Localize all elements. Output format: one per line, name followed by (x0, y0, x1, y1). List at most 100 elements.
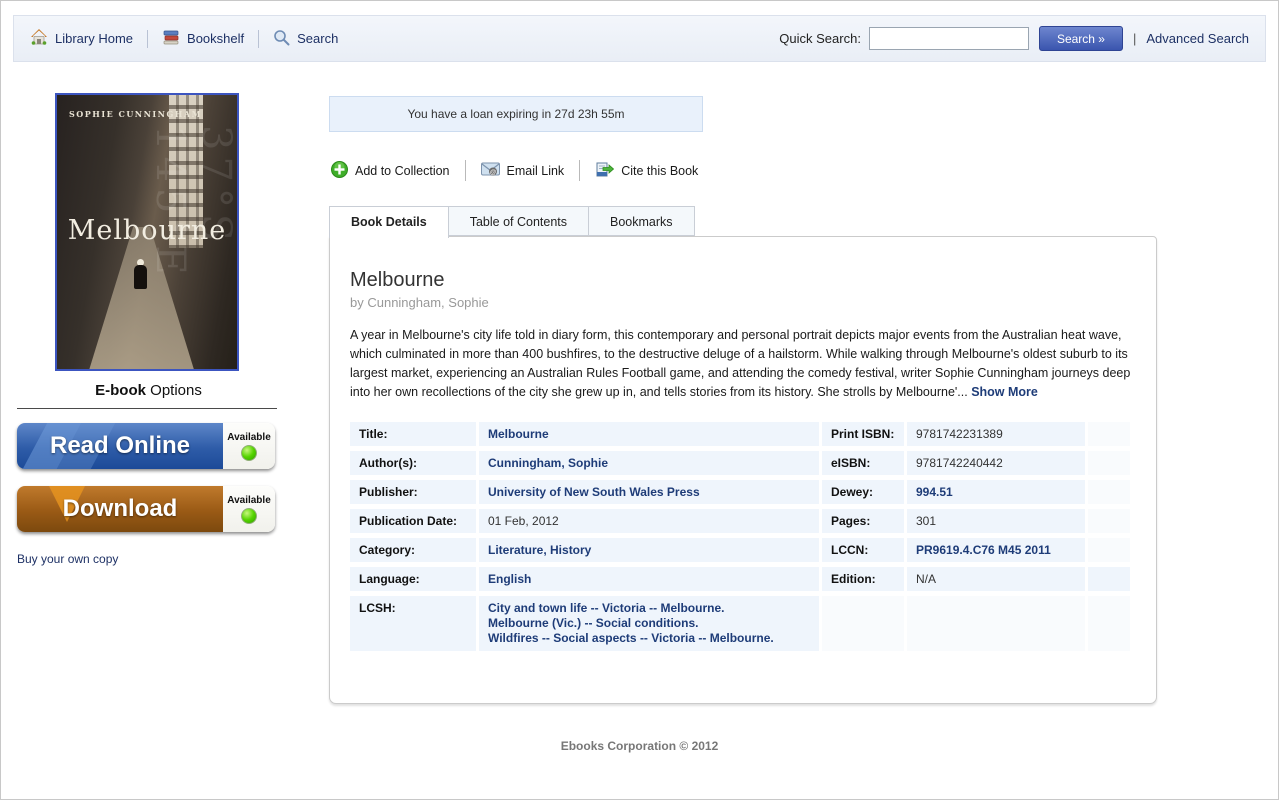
spacer-cell (1088, 480, 1130, 504)
tab-table-of-contents[interactable]: Table of Contents (449, 206, 589, 236)
cover-figure-art (134, 259, 147, 293)
field-value-language: English (479, 567, 819, 591)
tab-book-details[interactable]: Book Details (329, 206, 449, 238)
field-label-lcsh: LCSH: (350, 596, 476, 651)
book-details-panel: Melbourne by Cunningham, Sophie A year i… (329, 236, 1157, 704)
footer-copyright: Ebooks Corporation © 2012 (1, 739, 1278, 753)
ebook-options-heading-rest: Options (146, 382, 202, 399)
print-isbn-value: 9781742231389 (916, 427, 1003, 441)
email-envelope-icon: @ (481, 162, 500, 180)
table-row: Publisher: University of New South Wales… (350, 480, 1130, 504)
field-label-authors: Author(s): (350, 451, 476, 475)
field-value-publisher: University of New South Wales Press (479, 480, 819, 504)
tab-bookmarks[interactable]: Bookmarks (589, 206, 695, 236)
book-title: Melbourne (350, 269, 1136, 292)
svg-text:@: @ (489, 169, 496, 176)
email-link[interactable]: @ Email Link (481, 162, 565, 180)
add-to-collection-label: Add to Collection (355, 164, 450, 178)
edition-value: N/A (916, 572, 936, 586)
book-byline: by Cunningham, Sophie (350, 295, 1136, 310)
cite-this-book-label: Cite this Book (621, 164, 698, 178)
lcsh-subject-link[interactable]: Melbourne (Vic.) -- Social conditions. (488, 616, 810, 631)
field-value-category: Literature, History (479, 538, 819, 562)
add-plus-icon (331, 161, 348, 181)
quick-search-area: Quick Search: Search » | Advanced Search (779, 26, 1249, 51)
quick-search-label: Quick Search: (779, 31, 861, 46)
cite-icon (595, 161, 614, 181)
buy-your-own-copy-link[interactable]: Buy your own copy (17, 552, 118, 566)
spacer-cell (1088, 422, 1130, 446)
dewey-link[interactable]: 994.51 (916, 485, 953, 499)
author-link[interactable]: Cunningham, Sophie (488, 456, 608, 470)
download-button[interactable]: Download Available (17, 486, 275, 532)
advanced-search-divider: | (1133, 31, 1136, 46)
table-row: Language: English Edition: N/A (350, 567, 1130, 591)
quick-search-input[interactable] (869, 27, 1029, 50)
read-online-label: Read Online (50, 432, 190, 460)
ebook-options-heading-bold: E-book (95, 382, 146, 399)
table-row: Title: Melbourne Print ISBN: 97817422313… (350, 422, 1130, 446)
action-divider (465, 160, 466, 181)
field-label-publication-date: Publication Date: (350, 509, 476, 533)
field-label-category: Category: (350, 538, 476, 562)
spacer-cell (1088, 509, 1130, 533)
cite-this-book-link[interactable]: Cite this Book (595, 161, 698, 181)
action-divider (579, 160, 580, 181)
read-online-button[interactable]: Read Online Available (17, 423, 275, 469)
lcsh-subject-link[interactable]: Wildfires -- Social aspects -- Victoria … (488, 631, 810, 646)
table-row: Author(s): Cunningham, Sophie eISBN: 978… (350, 451, 1130, 475)
field-label-edition: Edition: (822, 567, 904, 591)
home-icon (30, 29, 48, 48)
nav-search[interactable]: Search (273, 29, 338, 49)
available-green-dot-icon (241, 445, 257, 461)
field-value-eisbn: 9781742240442 (907, 451, 1085, 475)
field-label-title: Title: (350, 422, 476, 446)
search-icon (273, 29, 290, 49)
nav-bookshelf[interactable]: Bookshelf (162, 29, 244, 48)
download-button-body: Download (17, 486, 223, 532)
nav-library-home-label: Library Home (55, 31, 133, 46)
spacer-cell (1088, 451, 1130, 475)
field-label-pages: Pages: (822, 509, 904, 533)
table-row: Publication Date: 01 Feb, 2012 Pages: 30… (350, 509, 1130, 533)
advanced-search-link[interactable]: Advanced Search (1146, 31, 1249, 46)
show-more-link[interactable]: Show More (971, 385, 1038, 399)
search-button[interactable]: Search » (1039, 26, 1123, 51)
email-link-label: Email Link (507, 164, 565, 178)
nav-bookshelf-label: Bookshelf (187, 31, 244, 46)
pages-value: 301 (916, 514, 936, 528)
sidebar-divider (17, 408, 277, 409)
field-value-authors: Cunningham, Sophie (479, 451, 819, 475)
spacer-cell (1088, 538, 1130, 562)
read-online-availability: Available (223, 423, 275, 469)
available-label: Available (227, 432, 271, 443)
field-value-print-isbn: 9781742231389 (907, 422, 1085, 446)
cover-title-text: Melbourne (57, 215, 237, 246)
empty-cell (822, 596, 904, 651)
nav-divider (147, 30, 148, 48)
title-link[interactable]: Melbourne (488, 427, 549, 441)
download-label: Download (63, 495, 178, 523)
ebook-options-heading: E-book Options (1, 382, 296, 399)
available-label: Available (227, 495, 271, 506)
publisher-link[interactable]: University of New South Wales Press (488, 485, 700, 499)
lcsh-subject-link[interactable]: City and town life -- Victoria -- Melbou… (488, 601, 810, 616)
lccn-link[interactable]: PR9619.4.C76 M45 2011 (916, 543, 1051, 557)
field-value-dewey: 994.51 (907, 480, 1085, 504)
book-description: A year in Melbourne's city life told in … (350, 326, 1132, 402)
spacer-cell (1088, 596, 1130, 651)
field-label-dewey: Dewey: (822, 480, 904, 504)
bookshelf-icon (162, 29, 180, 48)
cover-author-text: SOPHIE CUNNINGHAM (69, 109, 202, 119)
field-value-pages: 301 (907, 509, 1085, 533)
field-label-lccn: LCCN: (822, 538, 904, 562)
field-value-edition: N/A (907, 567, 1085, 591)
add-to-collection-link[interactable]: Add to Collection (331, 161, 450, 181)
read-online-button-body: Read Online (17, 423, 223, 469)
download-availability: Available (223, 486, 275, 532)
category-link[interactable]: Literature, History (488, 543, 591, 557)
language-link[interactable]: English (488, 572, 531, 586)
available-green-dot-icon (241, 508, 257, 524)
field-label-language: Language: (350, 567, 476, 591)
nav-library-home[interactable]: Library Home (30, 29, 133, 48)
